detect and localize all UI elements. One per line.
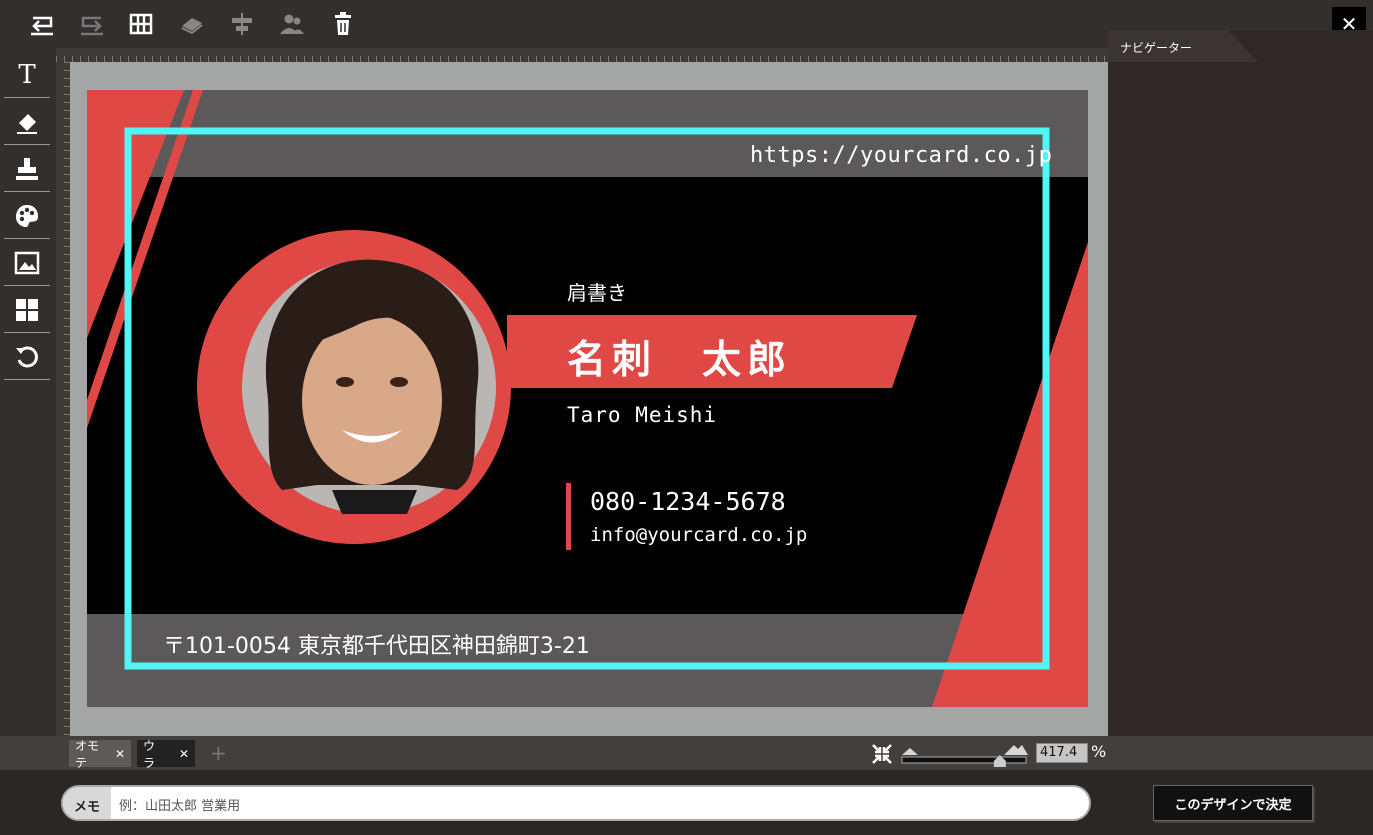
tab-front-label: オモテ — [75, 738, 100, 770]
decide-design-button[interactable]: このデザインで決定 — [1153, 785, 1313, 821]
portrait-photo — [265, 259, 479, 514]
add-page-button[interactable]: + — [210, 741, 227, 765]
reset-icon[interactable] — [4, 334, 50, 380]
redo-icon[interactable] — [76, 8, 108, 40]
page-bar: オモテ ✕ ウラ ✕ + 417.4 % — [0, 736, 1373, 770]
palette-icon[interactable] — [4, 193, 50, 239]
fit-zoom-icon[interactable] — [871, 743, 893, 765]
tab-back[interactable]: ウラ ✕ — [137, 739, 195, 770]
zoom-input[interactable]: 417.4 — [1036, 743, 1088, 763]
align-icon[interactable] — [226, 8, 258, 40]
card-address[interactable]: 〒101-0054 東京都千代田区神田錦町3-21 — [163, 628, 590, 660]
card-title-small[interactable]: 肩書き — [567, 277, 627, 306]
design-canvas[interactable]: https://yourcard.co.jp 肩書き 名刺 太郎 Taro Me… — [70, 62, 1108, 736]
vertical-ruler — [56, 62, 70, 736]
zoom-unit: % — [1091, 742, 1107, 761]
zoom-out-icon — [902, 748, 918, 755]
left-toolbar: T — [0, 48, 56, 736]
zoom-in-icon — [1004, 745, 1028, 755]
memo-label: メモ — [63, 787, 111, 819]
template-icon[interactable] — [4, 287, 50, 333]
memo-field[interactable]: メモ 例：山田太郎 営業用 — [61, 785, 1091, 821]
trash-icon[interactable] — [327, 8, 359, 40]
card-url[interactable]: https://yourcard.co.jp — [750, 143, 1052, 168]
grid-icon[interactable] — [125, 8, 157, 40]
tab-back-label: ウラ — [143, 738, 156, 770]
navigator-panel: ナビゲーター — [1108, 30, 1373, 736]
card-name-jp[interactable]: 名刺 太郎 — [567, 329, 792, 385]
stamp-icon[interactable] — [4, 146, 50, 192]
group-icon[interactable] — [276, 8, 308, 40]
business-card[interactable]: https://yourcard.co.jp 肩書き 名刺 太郎 Taro Me… — [87, 90, 1088, 707]
image-icon[interactable] — [4, 240, 50, 286]
horizontal-ruler — [56, 48, 1108, 62]
navigator-tab[interactable]: ナビゲーター — [1108, 30, 1258, 62]
eraser-icon[interactable] — [4, 99, 50, 145]
tab-front[interactable]: オモテ ✕ — [69, 739, 131, 770]
close-icon[interactable]: ✕ — [115, 747, 125, 761]
card-email[interactable]: info@yourcard.co.jp — [590, 524, 807, 546]
memo-input[interactable]: 例：山田太郎 営業用 — [119, 795, 240, 814]
layer-icon[interactable] — [176, 8, 208, 40]
card-name-en[interactable]: Taro Meishi — [567, 403, 717, 427]
undo-icon[interactable] — [26, 8, 58, 40]
close-icon[interactable]: ✕ — [179, 747, 189, 761]
card-phone[interactable]: 080-1234-5678 — [590, 487, 786, 516]
navigator-title: ナビゲーター — [1120, 41, 1193, 55]
footer-bar: メモ 例：山田太郎 営業用 このデザインで決定 — [0, 770, 1373, 835]
card-editor-app: ✕ T https://yourcard.co.jp 肩書き 名刺 太郎 Tar… — [0, 0, 1373, 835]
text-tool-icon[interactable]: T — [4, 52, 50, 98]
zoom-slider[interactable] — [900, 741, 1028, 767]
